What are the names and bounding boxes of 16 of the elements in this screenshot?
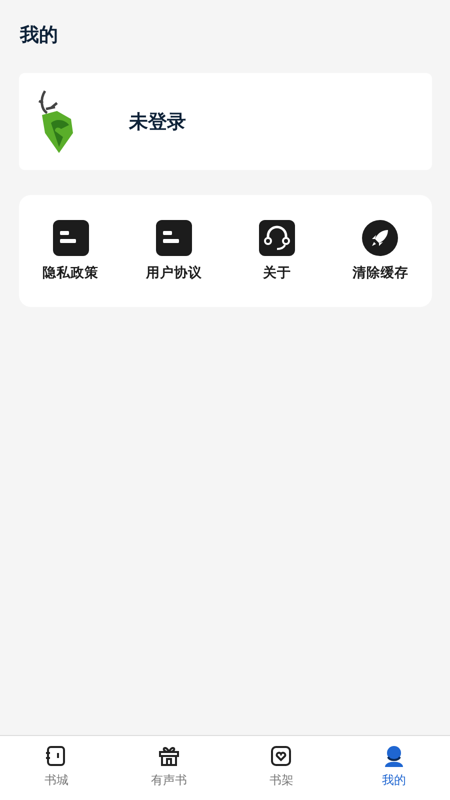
gift-icon [156,744,181,768]
menu-item[interactable]: 隐私政策 [19,220,122,282]
document-icon [52,220,89,256]
document-icon [156,220,192,256]
nav-tab[interactable]: 书城 [0,736,112,800]
nav-tab[interactable]: 有声书 [112,736,225,800]
login-status: 未登录 [129,110,186,134]
menu-item[interactable]: 关于 [226,220,329,282]
rocket-icon [362,220,398,256]
page-title: 我的 [19,23,59,48]
nav-tab[interactable]: 书架 [225,736,338,800]
headset-icon [259,220,296,256]
nav-tab[interactable]: 我的 [338,736,450,800]
profile-card[interactable]: 未登录 [19,73,432,170]
menu-item[interactable]: 用户协议 [122,220,226,282]
menu-item[interactable]: 清除缓存 [328,220,432,282]
